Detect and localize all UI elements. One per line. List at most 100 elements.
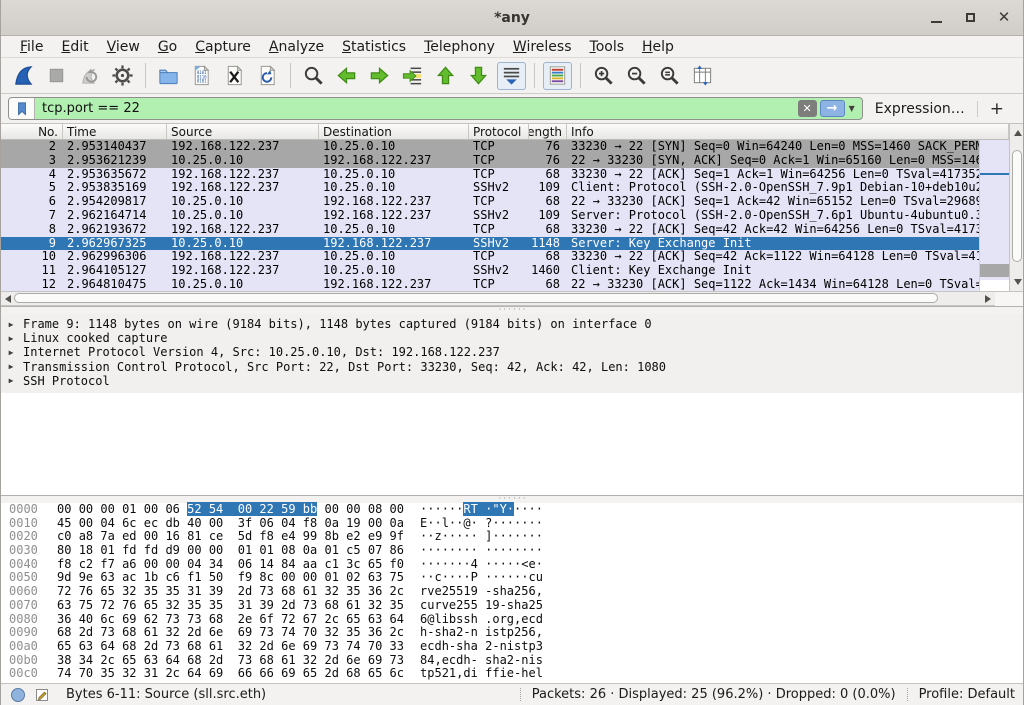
packet-list-hscrollbar[interactable] xyxy=(1,291,995,306)
menu-item-edit[interactable]: Edit xyxy=(52,39,97,55)
zoom-out-button[interactable] xyxy=(622,62,651,90)
detail-row[interactable]: ▶Internet Protocol Version 4, Src: 10.25… xyxy=(1,345,1024,359)
zoom-in-button[interactable] xyxy=(589,62,618,90)
packet-row-12[interactable]: 122.96481047510.25.0.10192.168.122.237TC… xyxy=(1,278,979,291)
minimize-button[interactable] xyxy=(925,7,947,29)
hex-row-0030[interactable]: 003080 18 01 fd fd d9 00 00 01 01 08 0a … xyxy=(1,544,1024,558)
packet-list-body[interactable]: 22.953140437192.168.122.23710.25.0.10TCP… xyxy=(1,140,979,291)
filter-dropdown-caret[interactable]: ▼ xyxy=(849,104,855,113)
packet-list-vscrollbar[interactable] xyxy=(1009,124,1024,291)
packet-row-2[interactable]: 22.953140437192.168.122.23710.25.0.10TCP… xyxy=(1,140,979,154)
filter-bookmark-button[interactable] xyxy=(9,98,35,119)
scroll-left-arrow-icon[interactable] xyxy=(5,295,11,303)
save-file-button[interactable]: 010101100101 xyxy=(187,62,216,90)
detail-row[interactable]: ▶Frame 9: 1148 bytes on wire (9184 bits)… xyxy=(1,317,1024,331)
packet-row-11[interactable]: 112.964105127192.168.122.23710.25.0.10SS… xyxy=(1,264,979,278)
menu-item-go[interactable]: Go xyxy=(149,39,186,55)
auto-scroll-button[interactable] xyxy=(497,62,526,90)
display-filter-field[interactable]: ✕ → ▼ xyxy=(8,97,863,120)
toolbar-separator xyxy=(145,63,146,88)
hex-row-0000[interactable]: 000000 00 00 01 00 06 52 54 00 22 59 bb … xyxy=(1,503,1024,517)
close-button[interactable]: ✕ xyxy=(993,7,1015,29)
go-to-packet-button[interactable] xyxy=(398,62,427,90)
menu-item-wireless[interactable]: Wireless xyxy=(504,39,581,55)
column-header-destination[interactable]: Destination xyxy=(319,124,469,139)
hex-row-0070[interactable]: 007063 75 72 76 65 32 35 35 31 39 2d 73 … xyxy=(1,599,1024,613)
profile-text[interactable]: Profile: Default xyxy=(919,687,1015,702)
menu-item-capture[interactable]: Capture xyxy=(186,39,260,55)
hex-row-00c0[interactable]: 00c074 70 35 32 31 2c 64 69 66 66 69 65 … xyxy=(1,667,1024,681)
expander-arrow-icon[interactable]: ▶ xyxy=(1,376,15,385)
hex-row-0080[interactable]: 008036 40 6c 69 62 73 73 68 2e 6f 72 67 … xyxy=(1,613,1024,627)
maximize-button[interactable] xyxy=(959,7,981,29)
start-capture-button[interactable] xyxy=(9,62,38,90)
hex-row-0040[interactable]: 0040f8 c2 f7 a6 00 00 04 34 06 14 84 aa … xyxy=(1,558,1024,572)
hex-rows[interactable]: 000000 00 00 01 00 06 52 54 00 22 59 bb … xyxy=(1,503,1024,681)
go-back-button[interactable] xyxy=(332,62,361,90)
packet-row-5[interactable]: 52.953835169192.168.122.23710.25.0.10SSH… xyxy=(1,181,979,195)
hex-row-0020[interactable]: 0020c0 a8 7a ed 00 16 81 ce 5d f8 e4 99 … xyxy=(1,530,1024,544)
hex-row-00a0[interactable]: 00a065 63 64 68 2d 73 68 61 32 2d 6e 69 … xyxy=(1,640,1024,654)
cell-source: 192.168.122.237 xyxy=(167,181,319,195)
menu-item-file[interactable]: File xyxy=(11,39,52,55)
detail-row[interactable]: ▶Linux cooked capture xyxy=(1,331,1024,345)
hex-row-0060[interactable]: 006072 76 65 32 35 35 31 39 2d 73 68 61 … xyxy=(1,585,1024,599)
filter-clear-button[interactable]: ✕ xyxy=(798,100,817,117)
menu-item-analyze[interactable]: Analyze xyxy=(260,39,333,55)
column-header-protocol[interactable]: Protocol xyxy=(469,124,529,139)
column-header-length[interactable]: Length xyxy=(529,124,567,139)
scroll-down-arrow-icon[interactable] xyxy=(1014,279,1022,285)
expert-info-icon[interactable] xyxy=(11,688,25,702)
expression-button[interactable]: Expression… xyxy=(863,101,977,117)
column-header-time[interactable]: Time xyxy=(63,124,167,139)
packet-row-7[interactable]: 72.96216471410.25.0.10192.168.122.237SSH… xyxy=(1,209,979,223)
detail-row[interactable]: ▶SSH Protocol xyxy=(1,374,1024,388)
zoom-original-button[interactable] xyxy=(655,62,684,90)
expander-arrow-icon[interactable]: ▶ xyxy=(1,348,15,357)
go-first-packet-button[interactable] xyxy=(431,62,460,90)
hex-row-00b0[interactable]: 00b038 34 2c 65 63 64 68 2d 73 68 61 32 … xyxy=(1,654,1024,668)
add-filter-button[interactable]: + xyxy=(978,99,1016,119)
expander-arrow-icon[interactable]: ▶ xyxy=(1,334,15,343)
menu-item-help[interactable]: Help xyxy=(633,39,683,55)
detail-row[interactable]: ▶Transmission Control Protocol, Src Port… xyxy=(1,360,1024,374)
resize-columns-button[interactable] xyxy=(688,62,717,90)
window-controls: ✕ xyxy=(925,0,1015,35)
packet-row-10[interactable]: 102.962996306192.168.122.23710.25.0.10TC… xyxy=(1,250,979,264)
column-header-source[interactable]: Source xyxy=(167,124,319,139)
packet-row-6[interactable]: 62.95420981710.25.0.10192.168.122.237TCP… xyxy=(1,195,979,209)
expander-arrow-icon[interactable]: ▶ xyxy=(1,320,15,329)
packet-row-3[interactable]: 32.95362123910.25.0.10192.168.122.237TCP… xyxy=(1,154,979,168)
vscrollbar-thumb[interactable] xyxy=(1012,150,1022,262)
menu-item-tools[interactable]: Tools xyxy=(581,39,634,55)
reload-file-button[interactable] xyxy=(253,62,282,90)
go-last-packet-button[interactable] xyxy=(464,62,493,90)
expander-arrow-icon[interactable]: ▶ xyxy=(1,362,15,371)
capture-comment-icon[interactable] xyxy=(34,687,50,703)
go-forward-button[interactable] xyxy=(365,62,394,90)
hex-row-0010[interactable]: 001045 00 04 6c ec db 40 00 3f 06 04 f8 … xyxy=(1,517,1024,531)
menu-item-telephony[interactable]: Telephony xyxy=(415,39,504,55)
hex-row-0090[interactable]: 009068 2d 73 68 61 32 2d 6e 69 73 74 70 … xyxy=(1,626,1024,640)
scroll-right-arrow-icon[interactable] xyxy=(985,295,991,303)
column-header-info[interactable]: Info xyxy=(567,124,1009,139)
packet-row-8[interactable]: 82.962193672192.168.122.23710.25.0.10TCP… xyxy=(1,223,979,237)
scroll-up-arrow-icon[interactable] xyxy=(1014,130,1022,136)
hscrollbar-thumb[interactable] xyxy=(14,293,938,303)
filter-apply-button[interactable]: → xyxy=(820,100,845,117)
colorize-packets-button[interactable] xyxy=(543,62,572,90)
find-packet-button[interactable] xyxy=(299,62,328,90)
packet-row-4[interactable]: 42.953635672192.168.122.23710.25.0.10TCP… xyxy=(1,168,979,182)
packet-row-9[interactable]: 92.96296732510.25.0.10192.168.122.237SSH… xyxy=(1,237,979,251)
hex-row-0050[interactable]: 00509d 9e 63 ac 1b c6 f1 50 f9 8c 00 00 … xyxy=(1,571,1024,585)
column-header-no[interactable]: No. xyxy=(1,124,63,139)
menu-item-statistics[interactable]: Statistics xyxy=(333,39,415,55)
filter-input[interactable] xyxy=(35,101,798,116)
packet-minimap-scrollbar[interactable] xyxy=(979,140,1009,291)
capture-options-button[interactable] xyxy=(108,62,137,90)
close-file-button[interactable] xyxy=(220,62,249,90)
hex-bytes: 36 40 6c 69 62 73 73 68 2e 6f 72 67 2c 6… xyxy=(57,613,404,627)
pane-splitter[interactable]: ······ xyxy=(1,307,1024,314)
open-file-button[interactable] xyxy=(154,62,183,90)
menu-item-view[interactable]: View xyxy=(98,39,149,55)
